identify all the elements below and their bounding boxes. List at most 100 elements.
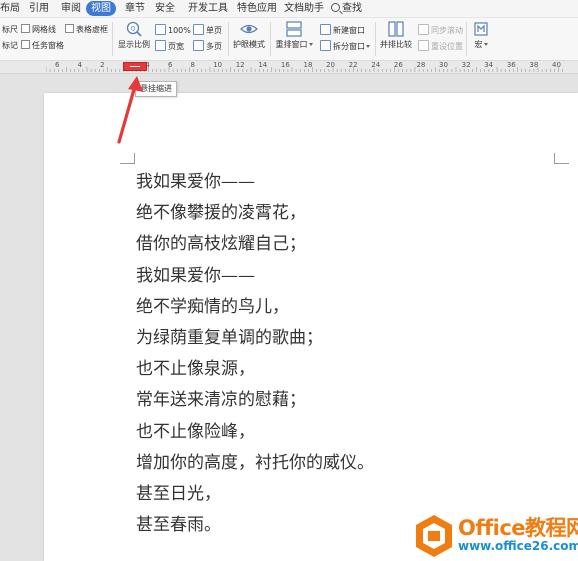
- text-line: 我如果爱你——: [136, 172, 255, 192]
- ruler-label: 18: [303, 61, 313, 69]
- ruler-label: 34: [484, 61, 494, 69]
- ruler-label: 36: [506, 61, 516, 69]
- ruler-label: 40: [552, 61, 561, 69]
- menu-security[interactable]: 安全: [155, 3, 175, 14]
- rearrange-windows-button[interactable]: 重排窗口: [274, 21, 314, 50]
- zoom-100-button[interactable]: 100%: [155, 24, 191, 36]
- gridlines-checkbox-label: 网格线: [32, 25, 56, 34]
- reset-position-button[interactable]: 重设位置: [418, 40, 463, 52]
- zoom-100-label: 100%: [168, 26, 191, 35]
- page-width-button[interactable]: 页宽: [155, 40, 184, 52]
- document-page[interactable]: 我如果爱你—— 绝不像攀援的凌霄花， 借你的高枝炫耀自己； 我如果爱你—— 绝不…: [44, 93, 578, 561]
- multi-page-button[interactable]: 多页: [193, 40, 222, 52]
- text-line: 也不止像泉源，: [136, 359, 255, 380]
- office-logo-icon: [416, 515, 452, 557]
- eye-icon: [240, 24, 258, 34]
- task-pane-checkbox[interactable]: 任务窗格: [21, 40, 64, 51]
- chevron-down-icon: [308, 43, 313, 46]
- table-borders-checkbox-label: 表格虚框: [76, 25, 108, 34]
- single-page-button[interactable]: 单页: [193, 24, 222, 36]
- split-window-icon: [320, 40, 331, 51]
- eye-protection-label: 护眼模式: [233, 40, 265, 49]
- macro-button[interactable]: 宏: [470, 21, 492, 50]
- ruler-label: 30: [439, 61, 448, 69]
- ruler-label: 20: [326, 61, 335, 69]
- reset-position-icon: [418, 40, 429, 51]
- ribbon-separator: [375, 22, 376, 56]
- ribbon-separator: [270, 22, 271, 56]
- text-line: 也不止像险峰，: [136, 421, 255, 442]
- menu-layout[interactable]: 布局: [0, 3, 20, 14]
- search-icon: [331, 3, 340, 12]
- menu-document-assistant[interactable]: 文档助手: [284, 3, 324, 14]
- horizontal-ruler[interactable]: 642246810121416182022242628303234363840: [0, 61, 578, 74]
- mark-checkbox[interactable]: 标记: [0, 40, 18, 51]
- menu-view[interactable]: 视图: [86, 1, 116, 16]
- new-window-label: 新建窗口: [333, 26, 365, 35]
- text-line: 绝不像攀援的凌霄花，: [136, 203, 306, 224]
- sync-scroll-button[interactable]: 同步滚动: [418, 24, 463, 36]
- task-pane-checkbox-label: 任务窗格: [32, 41, 64, 50]
- ruler-label: 2: [100, 61, 105, 69]
- svg-text:Q: Q: [131, 26, 136, 33]
- eye-protection-button[interactable]: 护眼模式: [232, 21, 266, 50]
- ruler-label: 24: [371, 61, 381, 69]
- gridlines-checkbox[interactable]: 网格线: [21, 24, 56, 35]
- text-line: 增加你的高度，衬托你的威仪。: [136, 452, 374, 473]
- menu-references[interactable]: 引用: [29, 3, 49, 14]
- sync-scroll-icon: [418, 24, 429, 35]
- ruler-label: 26: [393, 61, 403, 69]
- page-width-label: 页宽: [168, 42, 184, 51]
- menu-featured-apps[interactable]: 特色应用: [237, 3, 277, 14]
- menu-bar: 布局 引用 审阅 视图 章节 安全 开发工具 特色应用 文档助手 查找: [0, 0, 578, 18]
- ruler-checkbox-label: 标尺: [2, 25, 18, 34]
- ruler-label: 38: [529, 61, 539, 69]
- menu-review[interactable]: 审阅: [61, 3, 81, 14]
- menu-chapter[interactable]: 章节: [125, 3, 145, 14]
- annotation-arrow-icon: [117, 76, 143, 144]
- multi-page-icon: [193, 40, 204, 51]
- search-label: 查找: [342, 3, 362, 14]
- ruler-label: 22: [348, 61, 358, 69]
- office26-watermark: Office教程网 www.office26.com: [412, 510, 578, 561]
- ruler-label: 28: [416, 61, 426, 69]
- text-line: 常年送来清凉的慰藉；: [136, 390, 306, 411]
- zoom-button[interactable]: Q 显示比例: [117, 21, 151, 50]
- chevron-down-icon: [483, 43, 488, 46]
- mark-checkbox-label: 标记: [2, 41, 18, 50]
- text-line: 甚至春雨。: [136, 515, 221, 536]
- split-window-button[interactable]: 拆分窗口: [320, 40, 370, 52]
- single-page-label: 单页: [206, 26, 222, 35]
- text-line: 借你的高枝炫耀自己；: [136, 234, 306, 255]
- ribbon-separator: [228, 22, 229, 56]
- ribbon-separator: [466, 22, 467, 56]
- side-by-side-label: 并排比较: [380, 40, 412, 49]
- page-corner-mark: [554, 153, 569, 164]
- text-line: 甚至日光，: [136, 483, 221, 504]
- zoom-icon: Q: [126, 21, 142, 37]
- menu-developer-tools[interactable]: 开发工具: [188, 3, 228, 14]
- ruler-label: 6: [167, 61, 173, 69]
- side-by-side-button[interactable]: 并排比较: [379, 21, 413, 50]
- menu-search[interactable]: 查找: [331, 3, 362, 14]
- ruler-label: 4: [77, 61, 83, 69]
- ruler-label: 10: [213, 61, 223, 69]
- checkbox-icon: [21, 24, 30, 33]
- ruler-label: 12: [235, 61, 245, 69]
- reset-position-label: 重设位置: [431, 42, 463, 51]
- sync-scroll-label: 同步滚动: [431, 26, 463, 35]
- ruler-label: 16: [280, 61, 290, 69]
- single-page-icon: [193, 24, 204, 35]
- new-window-button[interactable]: 新建窗口: [320, 24, 365, 36]
- table-borders-checkbox[interactable]: 表格虚框: [65, 24, 108, 35]
- page-width-icon: [155, 40, 166, 51]
- rearrange-windows-label: 重排窗口: [275, 40, 308, 49]
- new-window-icon: [320, 24, 331, 35]
- poem-text[interactable]: 我如果爱你—— 绝不像攀援的凌霄花， 借你的高枝炫耀自己； 我如果爱你—— 绝不…: [136, 167, 374, 541]
- ruler-checkbox[interactable]: 标尺: [0, 24, 18, 35]
- ruler-label: 8: [190, 61, 195, 69]
- checkbox-icon: [65, 24, 74, 33]
- watermark-title: Office教程网: [458, 516, 578, 540]
- chevron-down-icon: [366, 45, 370, 48]
- text-line: 为绿荫重复单调的歌曲；: [136, 327, 323, 348]
